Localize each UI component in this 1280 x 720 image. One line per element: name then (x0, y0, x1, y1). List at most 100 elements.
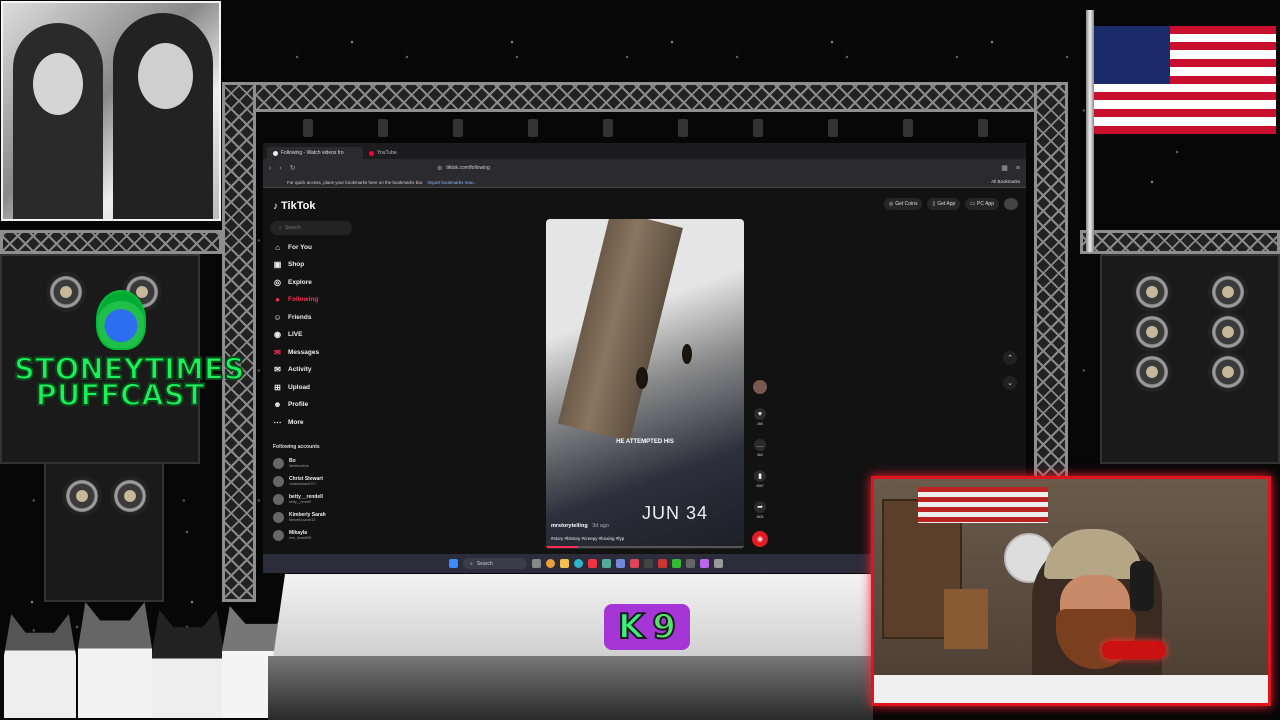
back-icon[interactable]: ‹ (269, 165, 271, 172)
account-item[interactable]: Kimberly Sarah kimberly.sarah15 (273, 512, 326, 523)
comment-icon: … (754, 439, 766, 451)
app-icon[interactable] (630, 559, 639, 568)
speaker-cone (1208, 272, 1248, 312)
nav-for-you[interactable]: ⌂ For You (273, 243, 312, 252)
video-player[interactable]: HE ATTEMPTED HIS JUN 34 mrstorytelling 3… (546, 219, 744, 549)
next-video-button[interactable]: ⌄ (1003, 376, 1017, 390)
get-app-button[interactable]: ▯ Get App (927, 198, 961, 210)
nav-activity[interactable]: ✉ Activity (273, 365, 311, 374)
discord-icon[interactable] (616, 559, 625, 568)
save-button[interactable]: ▮ 4967 (752, 470, 768, 488)
app-icon[interactable] (588, 559, 597, 568)
nav-friends[interactable]: ☺ Friends (273, 313, 311, 322)
brand-logo: STONEYTIMES PUFFCAST (13, 354, 246, 411)
nav-explore[interactable]: ◎ Explore (273, 278, 312, 287)
speaker-cone (1132, 352, 1172, 392)
speaker-cone (1132, 312, 1172, 352)
app-icon[interactable] (644, 559, 653, 568)
nav-label: Activity (288, 366, 312, 373)
truss-left-outer (0, 230, 222, 254)
nav-messages[interactable]: ✉ Messages (273, 348, 319, 357)
save-count: 4967 (756, 484, 764, 488)
stage-floor (273, 574, 873, 658)
app-icon[interactable] (686, 559, 695, 568)
nav-following[interactable]: ● Following (273, 295, 318, 304)
light-icon (752, 119, 763, 137)
stream-overlay: STONEYTIMES PUFFCAST Following - Watch v… (0, 0, 1280, 720)
nav-profile[interactable]: ☻ Profile (273, 400, 308, 409)
search-input[interactable]: ⌕ Search (270, 221, 352, 235)
light-icon (377, 119, 388, 137)
app-icon[interactable] (658, 559, 667, 568)
menu-icon[interactable]: ≡ (1016, 165, 1020, 172)
tab-following[interactable]: Following - Watch videos fro (267, 147, 363, 159)
desk (874, 675, 1268, 703)
nav-label: Following (288, 296, 319, 303)
music-disc-icon: ◉ (752, 531, 768, 547)
like-button[interactable]: ♥ 26K (752, 408, 768, 426)
nav-upload[interactable]: ⊞ Upload (273, 383, 310, 392)
coin-icon: ◎ (888, 201, 894, 207)
file-explorer-icon[interactable] (560, 559, 569, 568)
share-button[interactable]: ➦ 1831 (752, 501, 768, 519)
all-bookmarks-button[interactable]: All Bookmarks (991, 179, 1020, 184)
speaker-cone (110, 476, 150, 516)
nav-shop[interactable]: ▣ Shop (273, 260, 305, 269)
forward-icon[interactable]: › (279, 165, 281, 172)
account-item[interactable]: Mikayla tree_beast999 (273, 530, 311, 541)
task-view-icon[interactable] (532, 559, 541, 568)
tiktok-logo[interactable]: ♪ TikTok (273, 200, 315, 212)
tiktok-wordmark: TikTok (281, 200, 316, 212)
tab-youtube[interactable]: YouTube (363, 147, 403, 159)
k9-badge: K 9 (604, 604, 690, 650)
app-icon[interactable] (672, 559, 681, 568)
account-item[interactable]: betty__rendell betty__rendell (273, 494, 323, 505)
bong-mascot-icon (96, 290, 146, 350)
previous-video-button[interactable]: ⌃ (1003, 351, 1017, 365)
face (138, 43, 193, 109)
search-placeholder: Search (284, 225, 301, 231)
music-disc[interactable]: ◉ (752, 531, 768, 547)
pc-app-button[interactable]: ▭ PC App (965, 198, 999, 210)
address-bar-row: ‹ › ↻ ⚙ tiktok.com/following ▦ ≡ (263, 159, 1026, 177)
messages-icon: ✉ (274, 348, 281, 357)
tiktok-favicon-icon (273, 150, 278, 156)
chrome-icon[interactable] (546, 559, 555, 568)
video-hashtags[interactable]: #story #history #creepy #boxing #fyp (551, 536, 624, 541)
video-progress-bar[interactable] (546, 546, 744, 548)
author-name[interactable]: mrstorytelling (551, 523, 588, 529)
app-icon[interactable] (714, 559, 723, 568)
reload-icon[interactable]: ↻ (290, 164, 296, 172)
share-count: 1831 (756, 515, 764, 519)
account-item[interactable]: Christ Stewart christstewart1377 (273, 476, 323, 487)
truss-top (222, 82, 1068, 112)
monitor-icon: ▭ (970, 201, 976, 207)
creator-avatar[interactable] (752, 380, 768, 394)
nav-more[interactable]: ⋯ More (273, 418, 304, 427)
nav-live[interactable]: ◉ LIVE (273, 330, 302, 339)
comment-button[interactable]: … 464 (752, 439, 768, 457)
edge-icon[interactable] (574, 559, 583, 568)
top-actions: ◎ Get Coins ▯ Get App ▭ PC App (883, 198, 1018, 210)
husky-pixel-art (4, 602, 300, 718)
taskbar-search[interactable]: ⌕ Search (463, 558, 527, 569)
nav-label: For You (288, 244, 312, 251)
get-coins-button[interactable]: ◎ Get Coins (883, 198, 923, 210)
windows-start-icon[interactable] (449, 559, 458, 568)
url-field[interactable]: ⚙ tiktok.com/following (431, 163, 851, 173)
light-icon (452, 119, 463, 137)
youtube-favicon-icon (369, 150, 374, 156)
site-info-icon[interactable]: ⚙ (437, 165, 442, 172)
extensions-icon[interactable]: ▦ (1001, 164, 1008, 172)
account-item[interactable]: Bo itsbeboxthoe (273, 458, 309, 469)
import-bookmarks-link[interactable]: Import bookmarks now... (427, 180, 476, 185)
app-icon[interactable] (602, 559, 611, 568)
bookmarks-message: For quick access, place your bookmarks h… (287, 179, 424, 185)
user-avatar[interactable] (1004, 198, 1018, 210)
bookmarks-bar: For quick access, place your bookmarks h… (263, 177, 1026, 188)
get-coins-label: Get Coins (895, 201, 918, 207)
app-icon[interactable] (700, 559, 709, 568)
windows-taskbar: ⌕ Search (263, 554, 873, 573)
video-caption: HE ATTEMPTED HIS (616, 439, 674, 445)
husky-icon (4, 614, 76, 718)
